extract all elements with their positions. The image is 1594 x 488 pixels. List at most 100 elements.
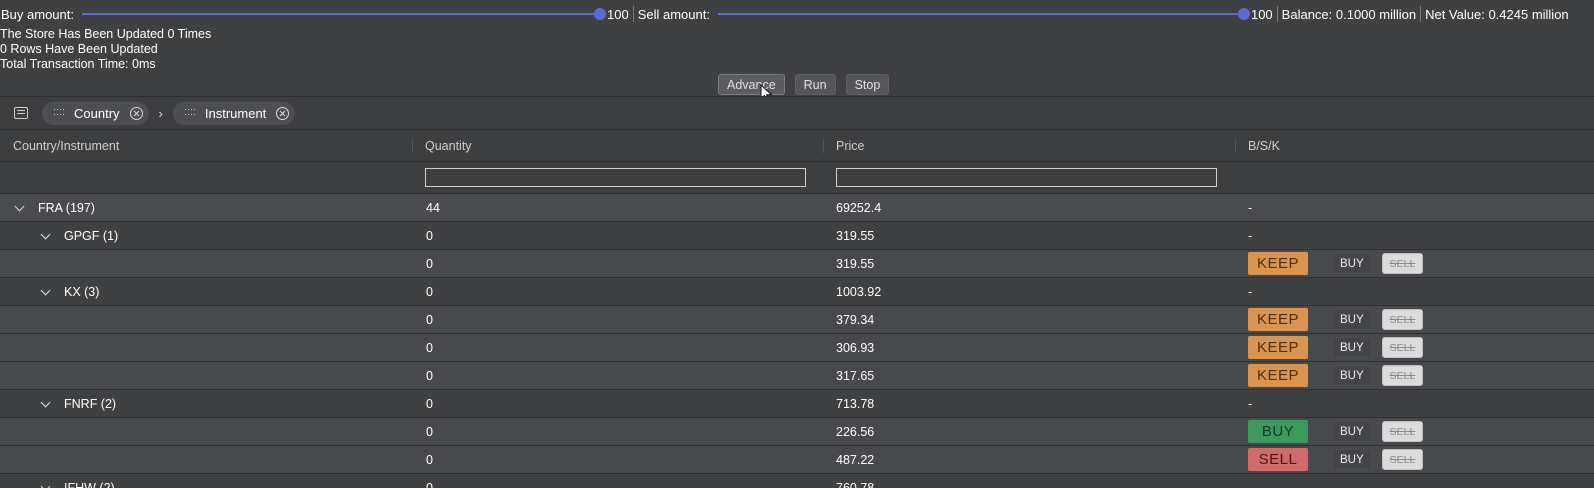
group-cell [0, 362, 412, 389]
drag-handle-icon[interactable] [54, 109, 64, 117]
column-header-row: Country/Instrument Quantity Price B/S/K [0, 130, 1594, 162]
chevron-down-icon[interactable] [41, 399, 50, 408]
group-row[interactable]: IFHW (2) 0 760.78 - [0, 474, 1594, 488]
quantity-cell: 0 [426, 424, 433, 439]
group-cell [0, 250, 412, 277]
bsk-value: - [1248, 480, 1253, 488]
sell-button[interactable]: SELL [1381, 421, 1424, 442]
group-cell: KX (3) [0, 278, 412, 305]
stop-button[interactable]: Stop [845, 74, 890, 95]
bsk-cell: - [1235, 474, 1594, 488]
buy-amount-label: Buy amount: [1, 6, 74, 22]
filter-row [0, 162, 1594, 194]
group-cell [0, 418, 412, 445]
table-row[interactable]: 0 317.65 KEEP BUY SELL [0, 362, 1594, 390]
keep-status-badge: KEEP [1248, 308, 1308, 331]
bsk-cell: - [1235, 222, 1594, 249]
balance-text: Balance: 0.1000 million [1281, 6, 1417, 22]
sell-button[interactable]: SELL [1381, 449, 1424, 470]
buy-button[interactable]: BUY [1332, 365, 1372, 386]
price-cell: 379.34 [836, 312, 875, 327]
bsk-value: - [1248, 396, 1253, 411]
header-quantity[interactable]: Quantity [412, 130, 823, 161]
sell-amount-slider[interactable] [717, 8, 1250, 20]
group-chip-label: Instrument [204, 105, 267, 121]
run-button[interactable]: Run [794, 74, 836, 95]
header-bsk[interactable]: B/S/K [1235, 130, 1594, 161]
quantity-filter-input[interactable] [425, 168, 806, 187]
remove-group-icon[interactable] [276, 106, 290, 120]
chevron-down-icon[interactable] [41, 483, 50, 488]
advance-button[interactable]: Advance [718, 74, 785, 95]
sell-button[interactable]: SELL [1381, 337, 1424, 358]
keep-status-badge: KEEP [1248, 364, 1308, 387]
price-cell: 713.78 [836, 396, 875, 411]
control-bar: Buy amount: 100 Sell amount: 100 Balance… [0, 0, 1594, 28]
price-cell: 319.55 [836, 256, 875, 271]
quantity-cell: 0 [426, 228, 433, 243]
buy-amount-slider-thumb[interactable] [594, 8, 606, 20]
group-label: GPGF (1) [64, 228, 119, 243]
quantity-cell: 0 [426, 312, 433, 327]
group-cell [0, 306, 412, 333]
chevron-down-icon[interactable] [15, 203, 24, 212]
bsk-cell: KEEP BUY SELL [1235, 334, 1594, 361]
group-chip-label: Country [74, 105, 120, 121]
net-value-text: Net Value: 0.4245 million [1425, 6, 1569, 22]
buy-status-badge: BUY [1248, 420, 1308, 443]
buy-button[interactable]: BUY [1332, 421, 1372, 442]
buy-button[interactable]: BUY [1332, 337, 1372, 358]
group-row[interactable]: KX (3) 0 1003.92 - [0, 278, 1594, 306]
table-row[interactable]: 0 319.55 KEEP BUY SELL [0, 250, 1594, 278]
group-cell [0, 446, 412, 473]
table-row[interactable]: 0 306.93 KEEP BUY SELL [0, 334, 1594, 362]
filter-cell [412, 162, 823, 193]
group-cell: FRA (197) [0, 194, 412, 221]
price-cell: 306.93 [836, 340, 875, 355]
bsk-cell: - [1235, 278, 1594, 305]
group-row[interactable]: GPGF (1) 0 319.55 - [0, 222, 1594, 250]
group-row[interactable]: FNRF (2) 0 713.78 - [0, 390, 1594, 418]
group-chip-country[interactable]: Country [42, 101, 149, 125]
remove-group-icon[interactable] [129, 106, 143, 120]
bsk-cell: KEEP BUY SELL [1235, 250, 1594, 277]
buy-amount-value: 100 [607, 6, 629, 22]
buy-button[interactable]: BUY [1332, 449, 1372, 470]
bsk-value: - [1248, 228, 1253, 243]
chevron-down-icon[interactable] [41, 287, 50, 296]
group-row[interactable]: FRA (197) 44 69252.4 - [0, 194, 1594, 222]
group-chip-instrument[interactable]: Instrument [172, 101, 296, 125]
group-cell: IFHW (2) [0, 474, 412, 488]
bsk-cell: SELL BUY SELL [1235, 446, 1594, 473]
table-row[interactable]: 0 379.34 KEEP BUY SELL [0, 306, 1594, 334]
group-label: KX (3) [64, 284, 100, 299]
quantity-cell: 0 [426, 396, 433, 411]
buy-button[interactable]: BUY [1332, 253, 1372, 274]
price-filter-input[interactable] [836, 168, 1217, 187]
quantity-cell: 0 [426, 368, 433, 383]
store-updates-text: The Store Has Been Updated 0 Times [0, 27, 212, 41]
chevron-down-icon[interactable] [41, 231, 50, 240]
sell-button[interactable]: SELL [1381, 253, 1424, 274]
divider [632, 6, 634, 22]
table-row[interactable]: 0 226.56 BUY BUY SELL [0, 418, 1594, 446]
quantity-cell: 0 [426, 284, 433, 299]
bsk-value: - [1248, 284, 1253, 299]
group-cell [0, 334, 412, 361]
table-row[interactable]: 0 487.22 SELL BUY SELL [0, 446, 1594, 474]
buy-button[interactable]: BUY [1332, 309, 1372, 330]
sell-button[interactable]: SELL [1381, 309, 1424, 330]
sell-amount-slider-thumb[interactable] [1237, 8, 1250, 20]
bsk-cell: - [1235, 390, 1594, 417]
price-cell: 69252.4 [836, 200, 882, 215]
drag-handle-icon[interactable] [184, 109, 195, 117]
rows-updated-text: 0 Rows Have Been Updated [0, 42, 158, 56]
header-group[interactable]: Country/Instrument [0, 130, 412, 161]
sell-button[interactable]: SELL [1381, 365, 1424, 386]
buy-amount-slider[interactable] [82, 8, 606, 20]
bsk-cell: - [1235, 194, 1594, 221]
bsk-cell: KEEP BUY SELL [1235, 306, 1594, 333]
header-price[interactable]: Price [823, 130, 1235, 161]
bsk-cell: BUY BUY SELL [1235, 418, 1594, 445]
action-buttons: Advance Run Stop [718, 74, 890, 95]
